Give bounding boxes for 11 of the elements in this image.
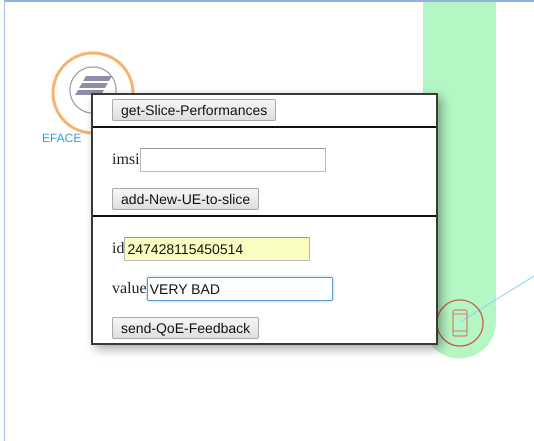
field-label: value <box>112 280 147 298</box>
action-button[interactable]: send-QoE-Feedback <box>112 317 260 339</box>
text-field[interactable]: VERY BAD <box>146 277 333 301</box>
field-label: id <box>112 240 124 258</box>
action-button[interactable]: add-New-UE-to-slice <box>112 188 260 210</box>
phone-node-icon[interactable] <box>436 299 484 347</box>
text-field[interactable]: 247428115450514 <box>124 237 310 261</box>
action-button[interactable]: get-Slice-Performances <box>112 99 276 121</box>
field-label: imsi <box>112 151 140 169</box>
text-field[interactable] <box>140 148 326 172</box>
node-label: EFACE <box>42 131 82 145</box>
